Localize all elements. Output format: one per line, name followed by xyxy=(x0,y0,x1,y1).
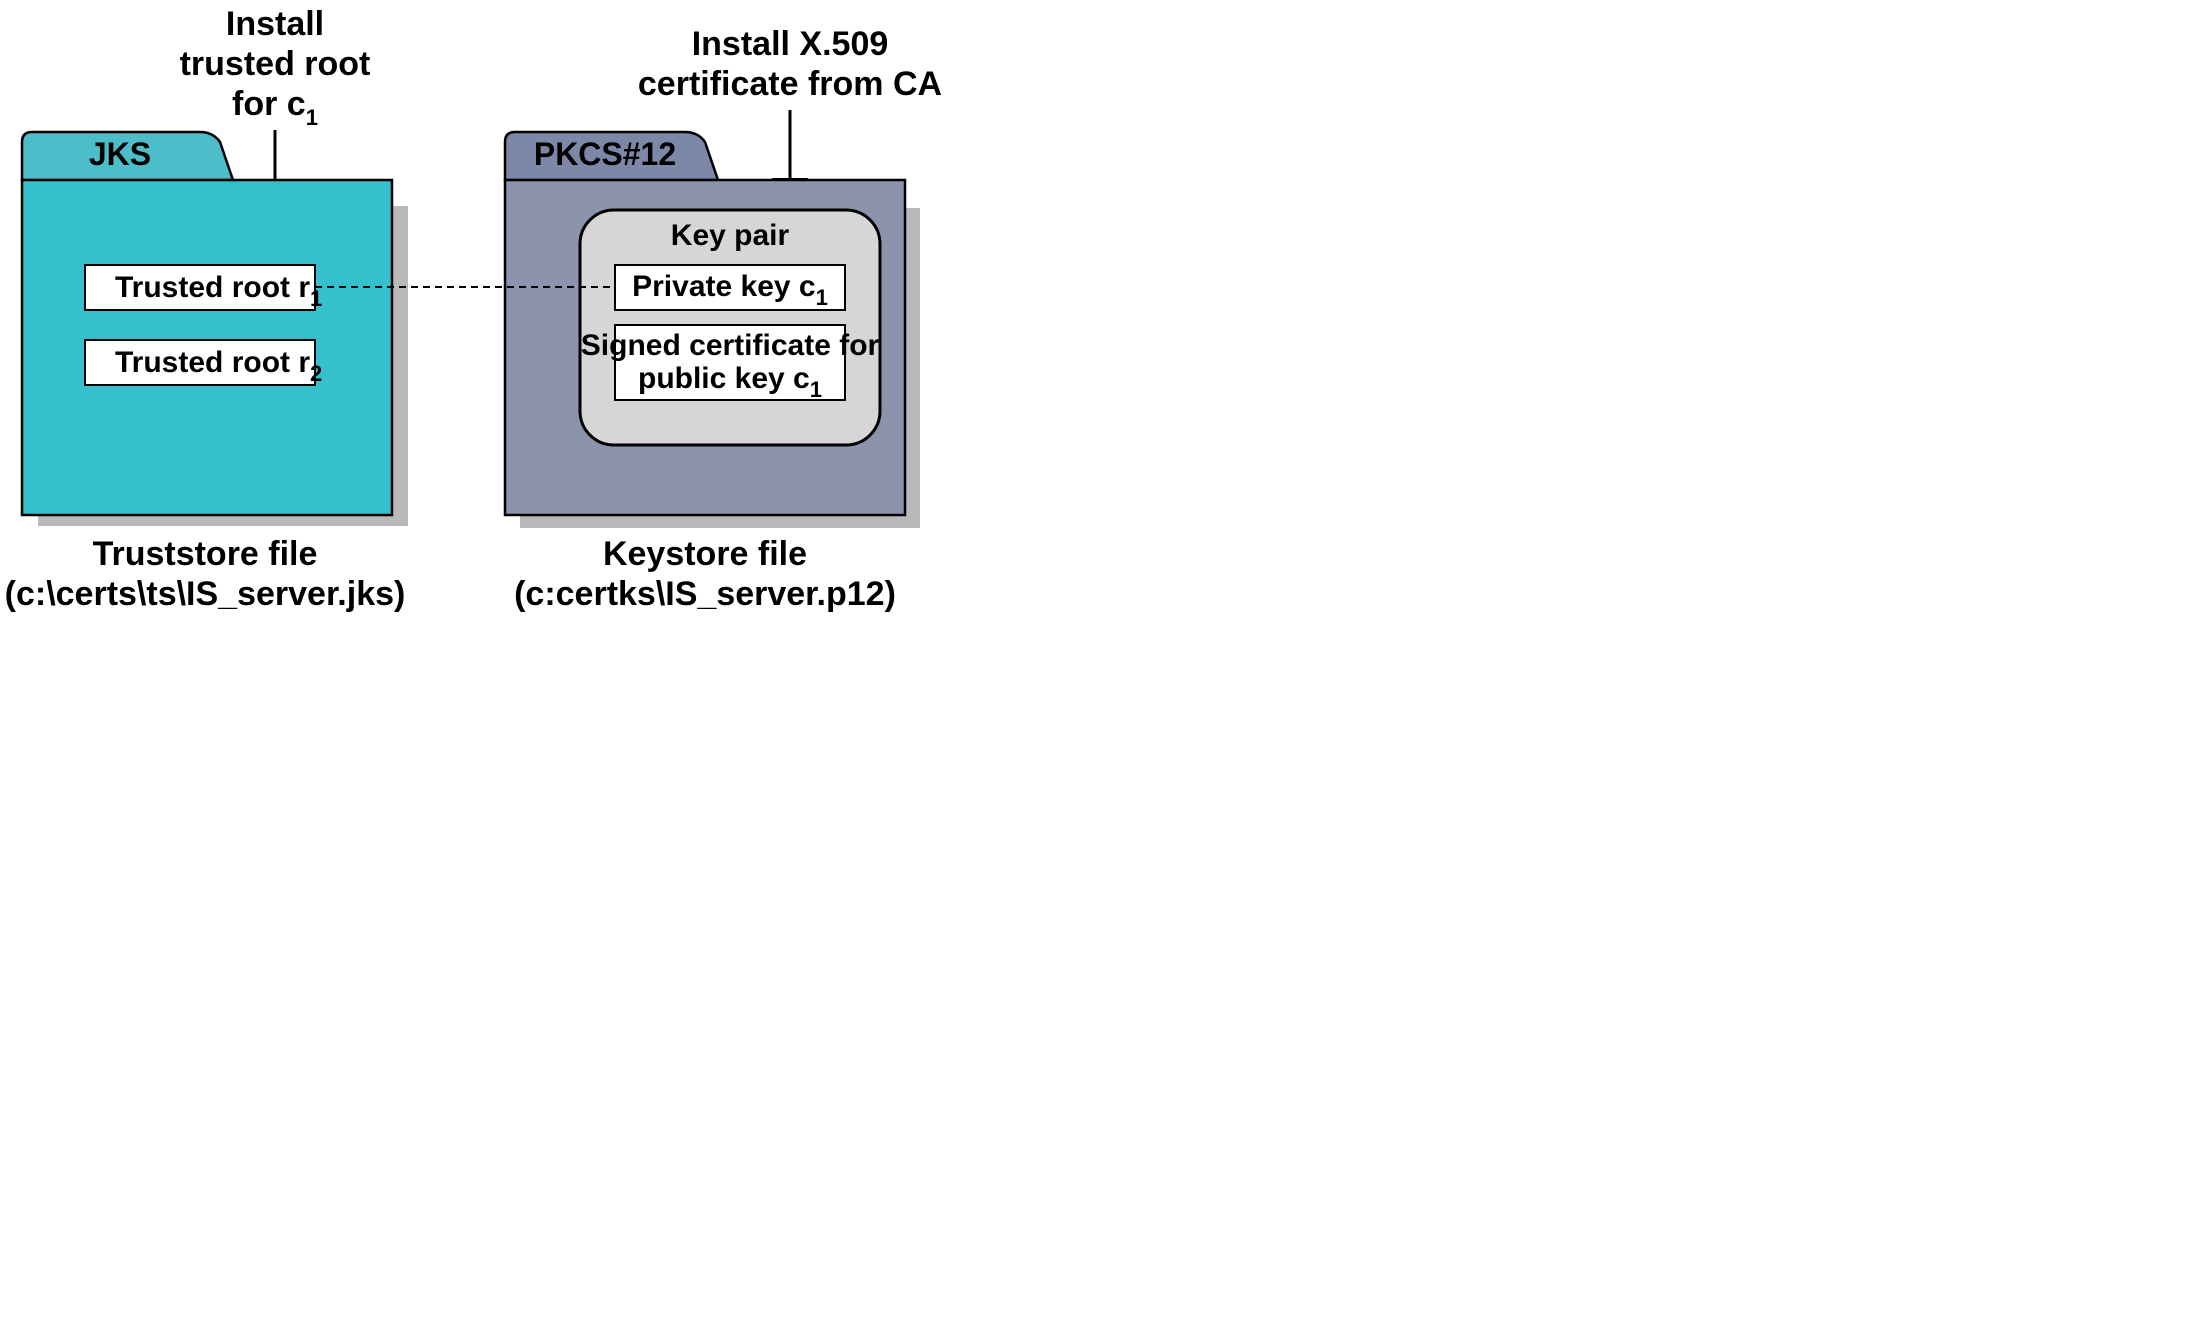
caption-line1: Keystore file xyxy=(603,535,807,573)
keystore-caption: Keystore file (c:certks\IS_server.p12) xyxy=(514,535,896,613)
annotation-text: for c1 xyxy=(232,85,318,130)
caption-line2: (c:\certs\ts\IS_server.jks) xyxy=(5,575,406,613)
annotation-text: Install xyxy=(226,5,324,43)
truststore-folder: JKS Trusted root r1 Trusted root r2 xyxy=(22,132,408,526)
keypair-title: Key pair xyxy=(671,219,790,252)
keystore-tab-label: PKCS#12 xyxy=(534,136,676,172)
annotation-text: Install X.509 xyxy=(692,25,889,63)
certificate-stores-diagram: Install trusted root for c1 Install X.50… xyxy=(0,0,1470,900)
caption-line2: (c:certks\IS_server.p12) xyxy=(514,575,896,613)
annotation-text: trusted root xyxy=(180,45,371,83)
truststore-caption: Truststore file (c:\certs\ts\IS_server.j… xyxy=(5,535,406,613)
caption-line1: Truststore file xyxy=(93,535,318,573)
signed-cert-label-line1: Signed certificate for xyxy=(581,329,880,362)
keystore-folder: PKCS#12 Key pair Private key c1 Signed c… xyxy=(505,132,920,528)
annotation-text: certificate from CA xyxy=(638,65,942,103)
truststore-tab-label: JKS xyxy=(89,136,151,172)
